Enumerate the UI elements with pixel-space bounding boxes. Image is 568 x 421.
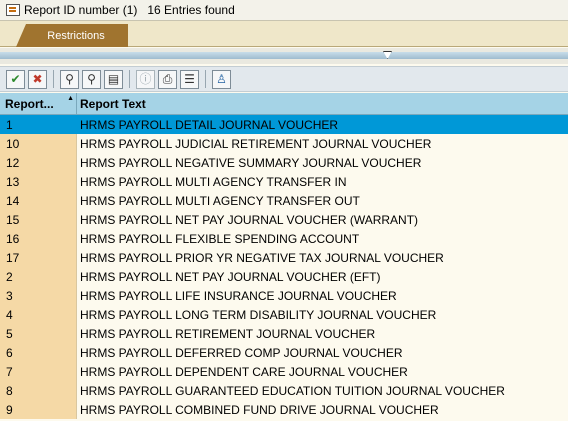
table-row[interactable]: 8 HRMS PAYROLL GUARANTEED EDUCATION TUITI… [0, 381, 568, 400]
cell-report-text[interactable]: HRMS PAYROLL NEGATIVE SUMMARY JOURNAL VO… [77, 153, 568, 172]
list-icon: ☰ [184, 72, 195, 86]
column-header-report-id[interactable]: Report... ▲ [0, 93, 77, 114]
cell-report-text[interactable]: HRMS PAYROLL MULTI AGENCY TRANSFER IN [77, 172, 568, 191]
filter-icon: ▤ [107, 72, 120, 86]
personal-list-button[interactable]: ♙ [212, 69, 231, 89]
table-body: 1 HRMS PAYROLL DETAIL JOURNAL VOUCHER 10 HR… [0, 115, 568, 419]
table-row[interactable]: 2 HRMS PAYROLL NET PAY JOURNAL VOUCHER (E… [0, 267, 568, 286]
table-row[interactable]: 15 HRMS PAYROLL NET PAY JOURNAL VOUCHER (… [0, 210, 568, 229]
cell-report-text[interactable]: HRMS PAYROLL DEFERRED COMP JOURNAL VOUCH… [77, 343, 568, 362]
splitter-bar[interactable] [0, 52, 568, 59]
table-row[interactable]: 6 HRMS PAYROLL DEFERRED COMP JOURNAL VOUC… [0, 343, 568, 362]
cell-report-id[interactable]: 4 [0, 305, 77, 324]
table-header: Report... ▲ Report Text [0, 93, 568, 115]
toolbar-separator [129, 70, 130, 88]
table-row[interactable]: 14 HRMS PAYROLL MULTI AGENCY TRANSFER OUT [0, 191, 568, 210]
cell-report-text[interactable]: HRMS PAYROLL MULTI AGENCY TRANSFER OUT [77, 191, 568, 210]
cell-report-text[interactable]: HRMS PAYROLL FLEXIBLE SPENDING ACCOUNT [77, 229, 568, 248]
table-row[interactable]: 16 HRMS PAYROLL FLEXIBLE SPENDING ACCOUNT [0, 229, 568, 248]
list-button[interactable]: ☰ [180, 69, 199, 89]
cell-report-text[interactable]: HRMS PAYROLL RETIREMENT JOURNAL VOUCHER [77, 324, 568, 343]
table-row[interactable]: 10 HRMS PAYROLL JUDICIAL RETIREMENT JOURN… [0, 134, 568, 153]
info-icon: ⓘ [139, 72, 152, 86]
table-row[interactable]: 17 HRMS PAYROLL PRIOR YR NEGATIVE TAX JOU… [0, 248, 568, 267]
cell-report-id[interactable]: 15 [0, 210, 77, 229]
table-row[interactable]: 1 HRMS PAYROLL DETAIL JOURNAL VOUCHER [0, 115, 568, 134]
filter-button[interactable]: ▤ [104, 69, 123, 89]
cell-report-text[interactable]: HRMS PAYROLL COMBINED FUND DRIVE JOURNAL… [77, 400, 568, 419]
print-button[interactable]: ⎙ [158, 69, 177, 89]
cell-report-id[interactable]: 16 [0, 229, 77, 248]
cell-report-text[interactable]: HRMS PAYROLL DETAIL JOURNAL VOUCHER [77, 115, 568, 134]
ok-button[interactable]: ✔ [6, 69, 25, 89]
check-icon: ✔ [10, 72, 21, 86]
cell-report-text[interactable]: HRMS PAYROLL NET PAY JOURNAL VOUCHER (WA… [77, 210, 568, 229]
tab-restrictions[interactable]: Restrictions [16, 24, 128, 47]
cell-report-id[interactable]: 9 [0, 400, 77, 419]
cell-report-text[interactable]: HRMS PAYROLL PRIOR YR NEGATIVE TAX JOURN… [77, 248, 568, 267]
binoculars-plus-icon: ⚲ [87, 72, 96, 86]
table-row[interactable]: 5 HRMS PAYROLL RETIREMENT JOURNAL VOUCHER [0, 324, 568, 343]
window-title: Report ID number (1) 16 Entries found [24, 3, 235, 17]
column-header-report-text[interactable]: Report Text [77, 93, 568, 114]
cell-report-text[interactable]: HRMS PAYROLL JUDICIAL RETIREMENT JOURNAL… [77, 134, 568, 153]
cell-report-id[interactable]: 5 [0, 324, 77, 343]
sort-ascending-icon: ▲ [67, 95, 74, 102]
cell-report-id[interactable]: 3 [0, 286, 77, 305]
cell-report-text[interactable]: HRMS PAYROLL GUARANTEED EDUCATION TUITIO… [77, 381, 568, 400]
cancel-x-icon: ✖ [32, 72, 43, 86]
cell-report-id[interactable]: 6 [0, 343, 77, 362]
table-row[interactable]: 9 HRMS PAYROLL COMBINED FUND DRIVE JOURNA… [0, 400, 568, 419]
cell-report-text[interactable]: HRMS PAYROLL LIFE INSURANCE JOURNAL VOUC… [77, 286, 568, 305]
cell-report-id[interactable]: 2 [0, 267, 77, 286]
cell-report-id[interactable]: 12 [0, 153, 77, 172]
cell-report-text[interactable]: HRMS PAYROLL NET PAY JOURNAL VOUCHER (EF… [77, 267, 568, 286]
cell-report-id[interactable]: 17 [0, 248, 77, 267]
user-list-icon: ♙ [216, 72, 227, 86]
toolbar-separator [205, 70, 206, 88]
window-titlebar: Report ID number (1) 16 Entries found [0, 0, 568, 21]
results-table: Report... ▲ Report Text 1 HRMS PAYROLL DE… [0, 93, 568, 421]
find-next-button[interactable]: ⚲ [82, 69, 101, 89]
table-row[interactable]: 12 HRMS PAYROLL NEGATIVE SUMMARY JOURNAL … [0, 153, 568, 172]
report-window-icon [6, 4, 20, 16]
cell-report-text[interactable]: HRMS PAYROLL LONG TERM DISABILITY JOURNA… [77, 305, 568, 324]
table-row[interactable]: 3 HRMS PAYROLL LIFE INSURANCE JOURNAL VOU… [0, 286, 568, 305]
table-row[interactable]: 7 HRMS PAYROLL DEPENDENT CARE JOURNAL VOU… [0, 362, 568, 381]
find-button[interactable]: ⚲ [60, 69, 79, 89]
cell-report-text[interactable]: HRMS PAYROLL DEPENDENT CARE JOURNAL VOUC… [77, 362, 568, 381]
table-row[interactable]: 4 HRMS PAYROLL LONG TERM DISABILITY JOURN… [0, 305, 568, 324]
table-row[interactable]: 13 HRMS PAYROLL MULTI AGENCY TRANSFER IN [0, 172, 568, 191]
printer-icon: ⎙ [162, 72, 173, 86]
binoculars-icon: ⚲ [65, 72, 74, 86]
cell-report-id[interactable]: 8 [0, 381, 77, 400]
toolbar: ✔ ✖ ⚲ ⚲ ▤ ⓘ ⎙ ☰ ♙ [0, 66, 568, 92]
toolbar-separator [53, 70, 54, 88]
cell-report-id[interactable]: 14 [0, 191, 77, 210]
cell-report-id[interactable]: 7 [0, 362, 77, 381]
splitter[interactable] [0, 48, 568, 64]
cell-report-id[interactable]: 10 [0, 134, 77, 153]
cell-report-id[interactable]: 1 [0, 115, 77, 134]
tab-strip: Restrictions [0, 21, 568, 47]
cell-report-id[interactable]: 13 [0, 172, 77, 191]
cancel-button[interactable]: ✖ [28, 69, 47, 89]
info-button: ⓘ [136, 69, 155, 89]
